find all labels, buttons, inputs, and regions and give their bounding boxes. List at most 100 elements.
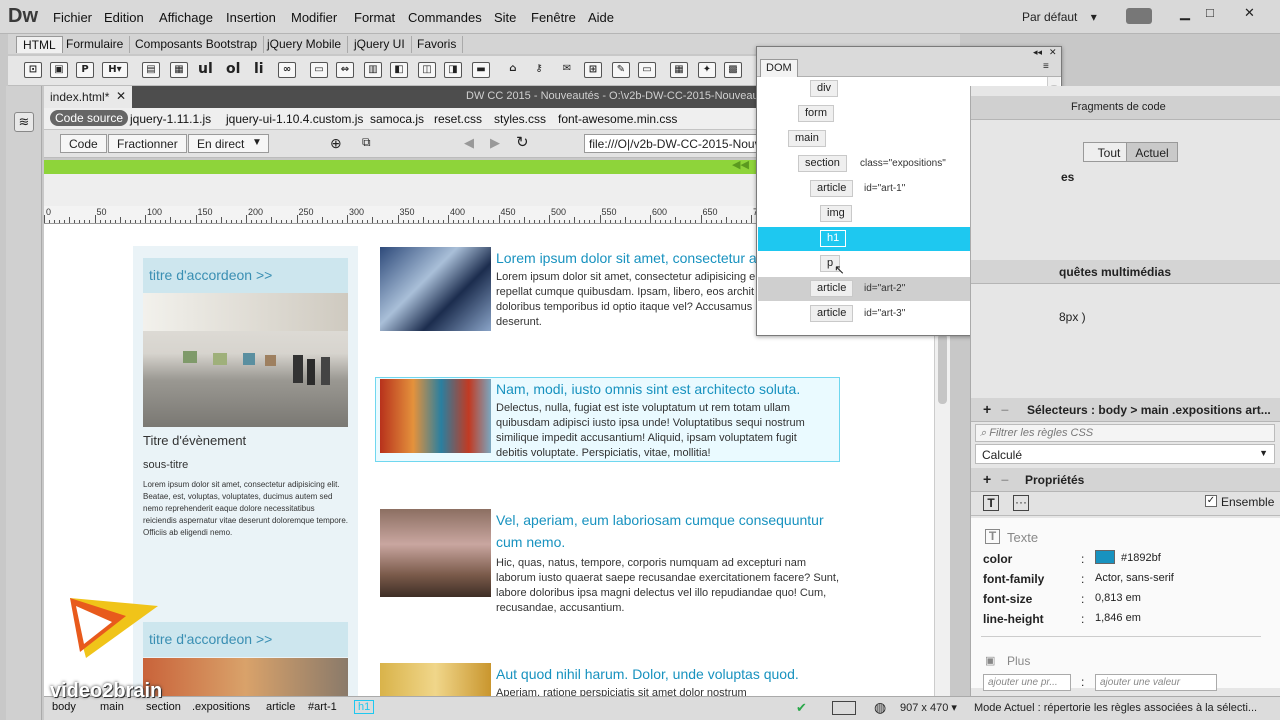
canvas-icon[interactable]: ▭ (638, 62, 656, 78)
footer-insert-icon[interactable]: ▬ (472, 62, 490, 78)
layers-icon[interactable]: ≋ (14, 112, 34, 132)
css-filter-input[interactable]: ⌕ Filtrer les règles CSS (975, 424, 1275, 442)
add-value-input[interactable]: ajouter une valeur (1095, 674, 1217, 691)
window-size-value[interactable]: 907 x 470 ▾ (900, 701, 957, 714)
widget-insert-icon[interactable]: ▩ (724, 62, 742, 78)
key-icon[interactable]: ⚷ (530, 62, 548, 78)
image-insert-icon[interactable]: ▣ (50, 62, 68, 78)
more-category-icon[interactable]: ··· (1013, 495, 1029, 511)
paragraph-insert-icon[interactable]: P (76, 62, 94, 78)
code-navigator-icon[interactable]: ⧉ (362, 135, 371, 150)
media-queries-bar[interactable]: quêtes multimédias (971, 260, 1280, 284)
minimize-icon[interactable]: ▁ (1180, 5, 1190, 21)
globe-icon[interactable]: ◍ (874, 699, 886, 716)
close-panel-icon[interactable]: ✕ (1049, 47, 1057, 58)
menu-fenetre[interactable]: Fenêtre (531, 10, 576, 25)
color-swatch[interactable] (1095, 550, 1115, 564)
main-insert-icon[interactable]: ▥ (364, 62, 382, 78)
tag-icon[interactable]: ⌂ (504, 62, 522, 78)
scroll-thumb[interactable] (938, 334, 947, 404)
insert-tab-jquery-ui[interactable]: jQuery UI (348, 36, 412, 53)
text-category-icon[interactable]: T (983, 495, 999, 511)
forward-arrow-icon[interactable]: ▶ (490, 135, 500, 151)
link-insert-icon[interactable]: ∞ (278, 62, 296, 78)
prop-font-family-value[interactable]: Actor, sans-serif (1095, 572, 1174, 584)
prop-color-value[interactable]: #1892bf (1121, 552, 1161, 564)
insert-tab-jquery-mobile[interactable]: jQuery Mobile (261, 36, 349, 53)
close-icon[interactable]: ✕ (1244, 5, 1255, 21)
prop-font-size-value[interactable]: 0,813 em (1095, 592, 1141, 604)
add-property-icon[interactable]: + (983, 471, 991, 487)
sync-settings-icon[interactable] (1126, 8, 1152, 24)
section-insert-icon[interactable]: ◨ (444, 62, 462, 78)
code-view-button[interactable]: Code (60, 134, 107, 153)
document-tab[interactable]: index.html* ✕ (44, 86, 132, 108)
dom-tab[interactable]: DOM (760, 59, 798, 77)
figure-insert-icon[interactable]: ▦ (170, 62, 188, 78)
heading-insert-icon[interactable]: H▾ (102, 62, 128, 78)
script-icon[interactable]: ✎ (612, 62, 630, 78)
panel-menu-icon[interactable]: ≡ (1043, 61, 1049, 72)
add-selector-icon[interactable]: + (983, 401, 991, 417)
crumb-art-1[interactable]: #art-1 (308, 701, 337, 713)
menu-aide[interactable]: Aide (588, 10, 614, 25)
back-arrow-icon[interactable]: ◀ (464, 135, 474, 151)
related-file-source[interactable]: Code source (50, 110, 129, 126)
related-file-styles[interactable]: styles.css (494, 112, 546, 126)
inspect-icon[interactable]: ⊕ (330, 135, 342, 152)
comment-icon[interactable]: ✉ (558, 62, 576, 78)
insert-tab-favoris[interactable]: Favoris (411, 36, 464, 53)
insert-tab-bootstrap[interactable]: Composants Bootstrap (129, 36, 265, 53)
menu-format[interactable]: Format (354, 10, 395, 25)
accordion-header-1[interactable]: titre d'accordeon >> (143, 258, 348, 293)
related-file-samoca[interactable]: samoca.js (370, 112, 424, 126)
menu-commandes[interactable]: Commandes (408, 10, 482, 25)
ol-insert-button[interactable]: ol (226, 61, 240, 77)
collapse-panel-icon[interactable]: ◂◂ (1033, 47, 1042, 58)
menu-affichage[interactable]: Affichage (159, 10, 213, 25)
nav-insert-icon[interactable]: ⇔ (336, 62, 354, 78)
menu-site[interactable]: Site (494, 10, 516, 25)
insert-tab-formulaire[interactable]: Formulaire (60, 36, 131, 53)
article-insert-icon[interactable]: ◫ (418, 62, 436, 78)
insert-tab-html[interactable]: HTML (16, 36, 63, 53)
ul-insert-button[interactable]: ul (198, 61, 213, 77)
crumb-expositions[interactable]: .expositions (192, 701, 250, 713)
maximize-icon[interactable]: □ (1206, 5, 1214, 20)
actuel-button[interactable]: Actuel (1126, 142, 1178, 162)
workspace-switcher[interactable]: Par défaut ▾ (1022, 10, 1097, 24)
related-file-font-awesome[interactable]: font-awesome.min.css (558, 112, 677, 126)
remove-selector-icon[interactable]: – (1001, 401, 1009, 417)
table-insert-icon[interactable]: ▤ (142, 62, 160, 78)
remove-property-icon[interactable]: – (1001, 471, 1009, 487)
selectors-bar[interactable]: + – Sélecteurs : body > main .exposition… (971, 398, 1280, 422)
refresh-icon[interactable]: ↻ (516, 133, 529, 151)
crumb-h1[interactable]: h1 (354, 700, 375, 714)
flash-insert-icon[interactable]: ✦ (698, 62, 716, 78)
validation-ok-icon[interactable]: ✔ (796, 700, 807, 716)
menu-fichier[interactable]: Fichier (53, 10, 92, 25)
li-insert-button[interactable]: li (254, 61, 264, 77)
proprietes-bar[interactable]: + – Propriétés (971, 468, 1280, 492)
collapse-arrows-icon[interactable]: ◀◀ (732, 158, 749, 171)
window-size-icon[interactable] (832, 701, 856, 715)
menu-modifier[interactable]: Modifier (291, 10, 337, 25)
crumb-article[interactable]: article (266, 701, 295, 713)
header-insert-icon[interactable]: ▭ (310, 62, 328, 78)
related-file-jquery[interactable]: jquery-1.11.1.js (130, 112, 211, 126)
media-icon[interactable]: ⊞ (584, 62, 602, 78)
related-file-jquery-ui[interactable]: jquery-ui-1.10.4.custom.js (226, 112, 363, 126)
menu-edition[interactable]: Edition (104, 10, 144, 25)
fragments-tab[interactable]: Fragments de code (971, 96, 1280, 120)
aside-insert-icon[interactable]: ◧ (390, 62, 408, 78)
live-dropdown-icon[interactable]: ▼ (252, 137, 262, 148)
menu-insertion[interactable]: Insertion (226, 10, 276, 25)
related-file-reset[interactable]: reset.css (434, 112, 482, 126)
accordion-header-2[interactable]: titre d'accordeon >> (143, 622, 348, 657)
div-insert-icon[interactable]: ⊡ (24, 62, 42, 78)
ensemble-checkbox[interactable]: ✓ (1205, 495, 1217, 507)
prop-line-height-value[interactable]: 1,846 em (1095, 612, 1141, 624)
hr-insert-icon[interactable]: ▦ (670, 62, 688, 78)
split-view-button[interactable]: Fractionner (108, 134, 187, 153)
add-property-input[interactable]: ajouter une pr... (983, 674, 1071, 691)
